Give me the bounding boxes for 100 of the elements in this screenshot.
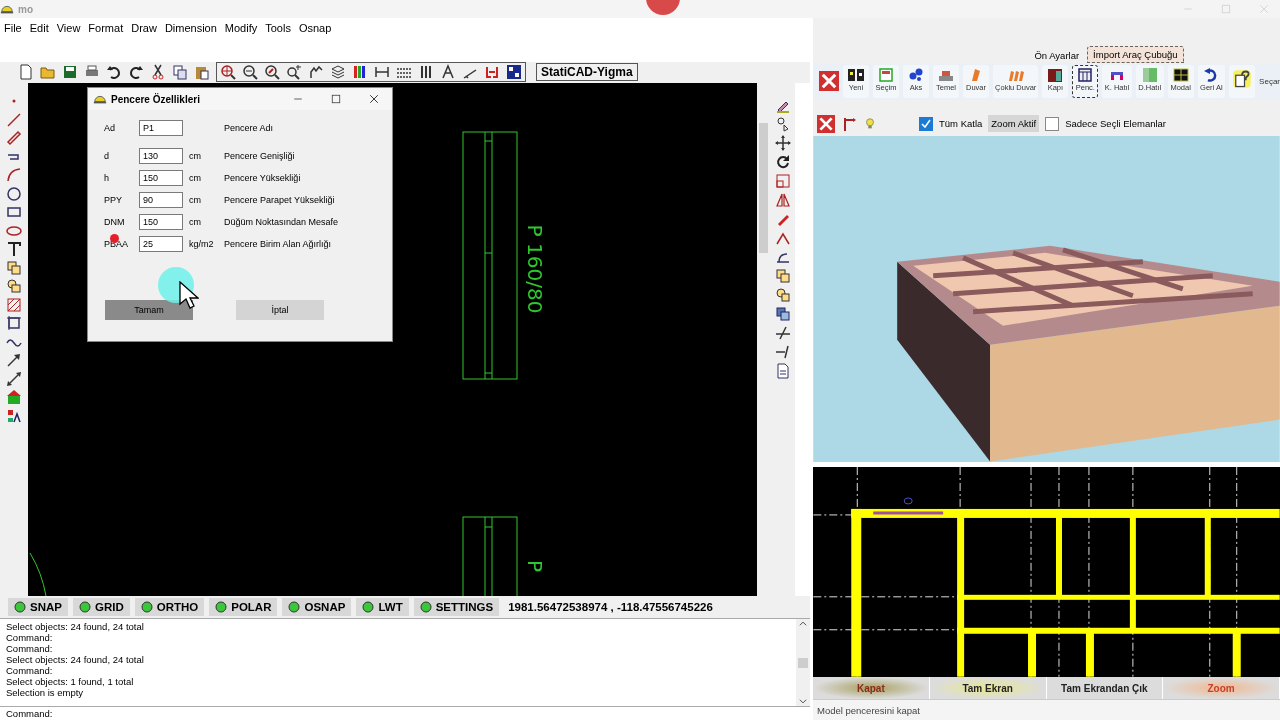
scroll-up-icon[interactable]	[798, 619, 808, 629]
field-description: Düğüm Noktasından Mesafe	[224, 217, 340, 228]
grid-toggle-icon[interactable]	[506, 64, 522, 81]
unit-label: cm	[189, 195, 202, 206]
menu-item[interactable]: Format	[84, 21, 128, 34]
toggle-button[interactable]: SNAP	[8, 598, 68, 617]
field-label: DNM	[104, 217, 126, 228]
scale-icon[interactable]	[774, 173, 791, 190]
offset-icon[interactable]	[774, 287, 791, 304]
menu-item[interactable]: Tools	[261, 21, 295, 34]
rotate-icon[interactable]	[774, 154, 791, 171]
trim-icon[interactable]	[774, 325, 791, 342]
ruler-icon[interactable]	[6, 130, 22, 147]
coordinates-readout: 1981.56472538974 , -118.47556745226	[508, 601, 713, 614]
menu-item[interactable]: File	[0, 21, 26, 34]
fillet-icon[interactable]	[774, 230, 791, 247]
ok-button[interactable]: Tamam	[105, 300, 193, 321]
checkbox[interactable]	[1045, 116, 1060, 131]
zoom-in-icon[interactable]	[286, 64, 302, 81]
field-description: Pencere Birim Alan Ağırlığı	[224, 239, 333, 250]
ribbon-tool[interactable]: Seçar	[1259, 76, 1280, 86]
double-arrow-icon[interactable]	[6, 370, 22, 387]
scrollbar-thumb[interactable]	[759, 123, 768, 254]
tab[interactable]: İmport Araç Çubuğu	[1087, 45, 1184, 63]
open-folder-icon[interactable]	[40, 64, 56, 81]
copy-icon[interactable]	[172, 64, 188, 81]
save-icon[interactable]	[62, 64, 78, 81]
input-field[interactable]: 130	[139, 148, 183, 165]
help-icon[interactable]	[1229, 64, 1256, 98]
close-view-icon[interactable]	[817, 114, 835, 133]
toggle-button[interactable]: OSNAP	[282, 598, 352, 617]
mirror-icon[interactable]	[774, 192, 791, 209]
line-weight-icon[interactable]	[418, 64, 434, 81]
mouse-cursor-icon	[179, 281, 199, 310]
menu-item[interactable]: View	[52, 21, 85, 34]
zoom-window-icon[interactable]	[220, 64, 236, 81]
line-icon[interactable]	[6, 111, 22, 128]
input-field[interactable]: 90	[139, 192, 183, 209]
status-light-icon	[78, 601, 91, 614]
input-field[interactable]: 150	[139, 170, 183, 187]
new-file-icon[interactable]	[18, 64, 34, 81]
toggle-button[interactable]: Zoom Aktif	[988, 115, 1040, 133]
house-icon[interactable]	[6, 389, 22, 406]
undo-icon[interactable]	[106, 64, 122, 81]
toggle-button[interactable]: POLAR	[209, 598, 278, 617]
cut-icon[interactable]	[150, 64, 166, 81]
paste-icon[interactable]	[194, 64, 210, 81]
toggle-button[interactable]: LWT	[356, 598, 409, 617]
toggle-button[interactable]: ORTHO	[134, 598, 205, 617]
arrow-icon[interactable]	[6, 352, 22, 369]
zoom-out-icon[interactable]	[242, 64, 258, 81]
command-prompt[interactable]: Command:	[0, 707, 810, 720]
history-line: Selection is empty	[6, 687, 85, 698]
layers-icon[interactable]	[330, 64, 346, 81]
checkbox-label: Tüm Katla	[939, 118, 983, 130]
zoom-extents-icon[interactable]	[264, 64, 280, 81]
input-field[interactable]: P1	[139, 120, 183, 137]
field-description: Pencere Parapet Yüksekliği	[224, 195, 336, 206]
door-icon	[1047, 66, 1064, 83]
region-icon[interactable]	[6, 315, 22, 332]
bulb-icon[interactable]	[863, 116, 877, 131]
copy-object-icon[interactable]	[774, 268, 791, 285]
checkbox[interactable]	[919, 116, 933, 131]
menu-item[interactable]: Dimension	[160, 21, 221, 34]
properties-icon[interactable]	[484, 64, 500, 81]
tab[interactable]: Ön Ayarlar	[1029, 47, 1085, 63]
view-button[interactable]: Kapat	[813, 677, 930, 700]
maximize-icon[interactable]	[330, 93, 342, 106]
extend-icon[interactable]	[774, 344, 791, 361]
input-field[interactable]: 25	[139, 236, 183, 253]
text-style-icon[interactable]	[440, 64, 456, 81]
attribute-icon[interactable]	[6, 407, 22, 424]
color-bars-icon[interactable]	[352, 64, 368, 81]
status-light-icon	[288, 601, 301, 614]
history-line: Command:	[6, 643, 54, 654]
menu-item[interactable]: Modify	[220, 21, 262, 34]
toggle-button[interactable]: SETTINGS	[413, 598, 500, 617]
move-icon[interactable]	[774, 135, 791, 152]
scrollbar-thumb[interactable]	[798, 657, 808, 668]
history-line: Select objects: 24 found, 24 total	[6, 654, 145, 665]
selection-icon	[878, 66, 894, 83]
scroll-down-icon[interactable]	[798, 696, 808, 706]
axis-icon[interactable]	[841, 115, 857, 132]
cancel-button[interactable]: İptal	[236, 300, 324, 321]
close-panel-icon[interactable]	[819, 71, 839, 92]
circle-icon[interactable]	[6, 185, 22, 202]
block-icon[interactable]	[6, 278, 22, 295]
menu-item[interactable]: Edit	[25, 21, 53, 34]
menu-item[interactable]: Draw	[127, 21, 161, 34]
hatch-icon[interactable]	[6, 296, 22, 313]
redo-icon[interactable]	[128, 64, 144, 81]
shapes-icon[interactable]	[774, 116, 791, 133]
menu-item[interactable]: Osnap	[294, 21, 336, 34]
arc-icon[interactable]	[6, 167, 22, 184]
array-icon[interactable]	[774, 306, 791, 323]
close-icon[interactable]	[368, 93, 380, 106]
insert-block-icon[interactable]	[6, 259, 22, 276]
input-field[interactable]: 150	[139, 214, 183, 231]
toggle-button[interactable]: GRID	[72, 598, 130, 617]
text-tool-icon[interactable]	[6, 241, 22, 258]
